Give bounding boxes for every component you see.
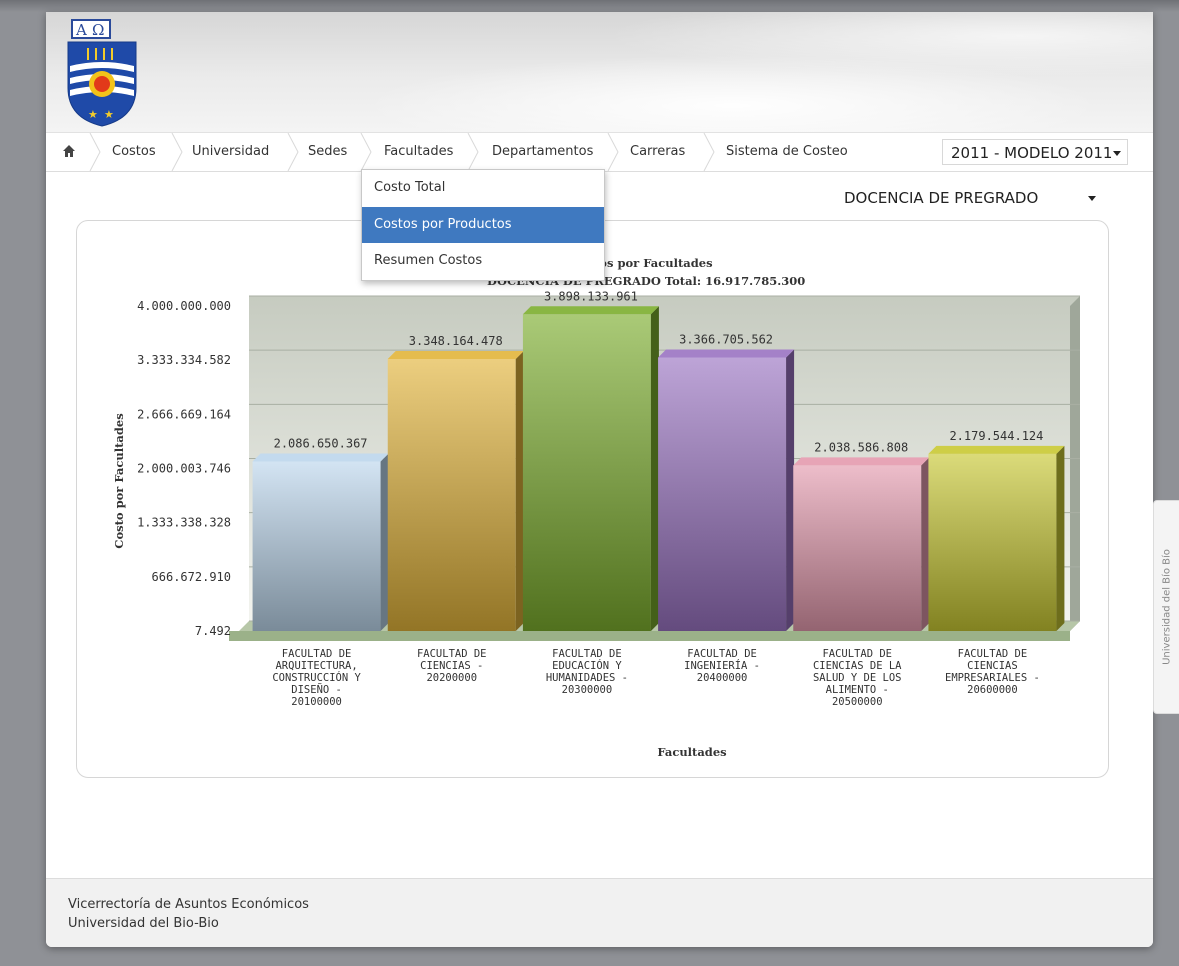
browser-backdrop <box>0 0 1179 12</box>
year-model-select[interactable]: 2011 - MODELO 2011 <box>942 139 1128 165</box>
nav-item-facultades[interactable]: Facultades <box>384 133 453 171</box>
x-category-label: FACULTAD DE <box>282 648 352 660</box>
bar-side <box>515 350 524 631</box>
bar-side <box>1056 445 1065 631</box>
chart-panel: 4.000.000.000 3.333.334.582 2.666.669.164 2… <box>76 220 1109 778</box>
x-category-label: FACULTAD DE <box>958 648 1028 660</box>
bar-top <box>928 445 1065 454</box>
nav-item-carreras[interactable]: Carreras <box>630 133 685 171</box>
year-model-select-value: 2011 - MODELO 2011 <box>951 144 1113 162</box>
x-category-label: ARQUITECTURA, <box>275 660 357 672</box>
x-category-label: 20300000 <box>562 684 613 696</box>
bar-top <box>387 350 524 359</box>
nav-separator <box>287 133 299 171</box>
x-category-label: HUMANIDADES - <box>546 672 628 684</box>
chevron-down-icon <box>1088 196 1096 201</box>
y-tick-label: 4.000.000.000 <box>137 299 231 313</box>
x-category-label: DISEÑO - <box>291 683 342 696</box>
footer: Vicerrectoría de Asuntos Económicos Univ… <box>46 878 1153 947</box>
x-category-label: ALIMENTO - <box>826 684 889 696</box>
nav-separator <box>703 133 715 171</box>
bar-chart: 4.000.000.000 3.333.334.582 2.666.669.164 2… <box>112 256 1080 759</box>
menu-item-resumen-costos[interactable]: Resumen Costos <box>362 243 604 279</box>
x-category-label: 20200000 <box>426 672 477 684</box>
bar[interactable] <box>658 357 787 631</box>
bar-value-label: 2.086.650.367 <box>274 436 368 450</box>
nav-item-departamentos[interactable]: Departamentos <box>492 133 593 171</box>
y-tick-label: 3.333.334.582 <box>137 353 231 367</box>
x-category-label: CIENCIAS - <box>420 660 483 672</box>
bar-value-label: 3.348.164.478 <box>409 334 503 348</box>
side-tab[interactable]: Universidad del Bío Bío <box>1153 500 1179 714</box>
svg-text:★: ★ <box>104 108 114 121</box>
nav-item-universidad[interactable]: Universidad <box>192 133 269 171</box>
y-tick-label: 666.672.910 <box>152 570 231 584</box>
bar-side <box>380 453 389 631</box>
y-tick-label: 1.333.338.328 <box>137 516 231 530</box>
x-category-label: EDUCACIÓN Y <box>552 659 622 672</box>
x-category-label: CONSTRUCCIÓN Y <box>272 671 361 684</box>
x-category-label: 20100000 <box>291 696 342 708</box>
nav-separator <box>467 133 479 171</box>
bar[interactable] <box>928 453 1057 631</box>
bar-value-label: 3.898.133.961 <box>544 289 638 303</box>
bar[interactable] <box>252 461 381 631</box>
menu-item-costo-total[interactable]: Costo Total <box>362 170 604 206</box>
x-category-label: FACULTAD DE <box>822 648 892 660</box>
y-tick-label: 2.000.003.746 <box>137 462 231 476</box>
side-tab-label: Universidad del Bío Bío <box>1161 549 1173 665</box>
bar-value-label: 3.366.705.562 <box>679 332 773 346</box>
x-category-label: 20600000 <box>967 684 1018 696</box>
y-axis-label: Costo por Facultades <box>112 413 126 548</box>
x-category-label: 20400000 <box>697 672 748 684</box>
svg-text:Ω: Ω <box>92 21 104 39</box>
bar-side <box>650 306 659 631</box>
nav-separator <box>607 133 619 171</box>
bar-value-label: 2.179.544.124 <box>949 429 1043 443</box>
bar[interactable] <box>387 358 516 631</box>
home-icon[interactable] <box>62 144 76 158</box>
nav-separator <box>89 133 101 171</box>
bar[interactable] <box>522 314 651 631</box>
x-category-label: CIENCIAS <box>967 660 1018 672</box>
x-category-label: EMPRESARIALES - <box>945 672 1040 684</box>
chart-title: tos por Facultades <box>594 256 713 270</box>
bar-side <box>786 349 795 631</box>
university-shield-logo[interactable]: Α Ω ★ ★ <box>62 18 142 128</box>
nav-separator <box>360 133 372 171</box>
bar-top <box>658 349 795 358</box>
y-tick-label: 7.492 <box>195 624 231 638</box>
x-category-label: SALUD Y DE LOS <box>813 672 902 684</box>
program-select[interactable]: DOCENCIA DE PREGRADO <box>836 186 1104 210</box>
program-select-value: DOCENCIA DE PREGRADO <box>844 189 1039 207</box>
y-tick-label: 2.666.669.164 <box>137 407 231 421</box>
bar-value-label: 2.038.586.808 <box>814 440 908 454</box>
x-category-label: 20500000 <box>832 696 883 708</box>
svg-text:★: ★ <box>88 108 98 121</box>
footer-line-1: Vicerrectoría de Asuntos Económicos <box>68 897 309 912</box>
x-category-label: FACULTAD DE <box>687 648 757 660</box>
x-axis-label: Facultades <box>657 745 726 759</box>
bar-top <box>252 453 389 462</box>
nav-item-costos[interactable]: Costos <box>112 133 156 171</box>
footer-line-2: Universidad del Bio-Bio <box>68 916 219 931</box>
x-category-label: FACULTAD DE <box>552 648 622 660</box>
menu-item-costos-por-productos[interactable]: Costos por Productos <box>362 207 604 243</box>
facultades-dropdown-menu: Costo Total Costos por Productos Resumen… <box>361 169 605 281</box>
main-nav: Costos Universidad Sedes Facultades Depa… <box>46 132 1153 172</box>
chevron-down-icon <box>1113 151 1121 156</box>
x-category-label: FACULTAD DE <box>417 648 487 660</box>
nav-item-sistema-de-costeo[interactable]: Sistema de Costeo <box>726 133 848 171</box>
svg-text:Α: Α <box>75 21 87 39</box>
bar[interactable] <box>793 465 922 631</box>
bar-top <box>522 306 659 315</box>
x-category-label: CIENCIAS DE LA <box>813 660 902 672</box>
nav-separator <box>171 133 183 171</box>
bar-top <box>793 457 930 466</box>
bar-side <box>921 457 930 631</box>
x-category-label: INGENIERÍA - <box>684 659 760 672</box>
header-banner: Α Ω ★ ★ <box>46 12 1153 132</box>
nav-item-sedes[interactable]: Sedes <box>308 133 347 171</box>
page-container: Α Ω ★ ★ Costos Universidad Sedes Faculta… <box>46 12 1153 947</box>
